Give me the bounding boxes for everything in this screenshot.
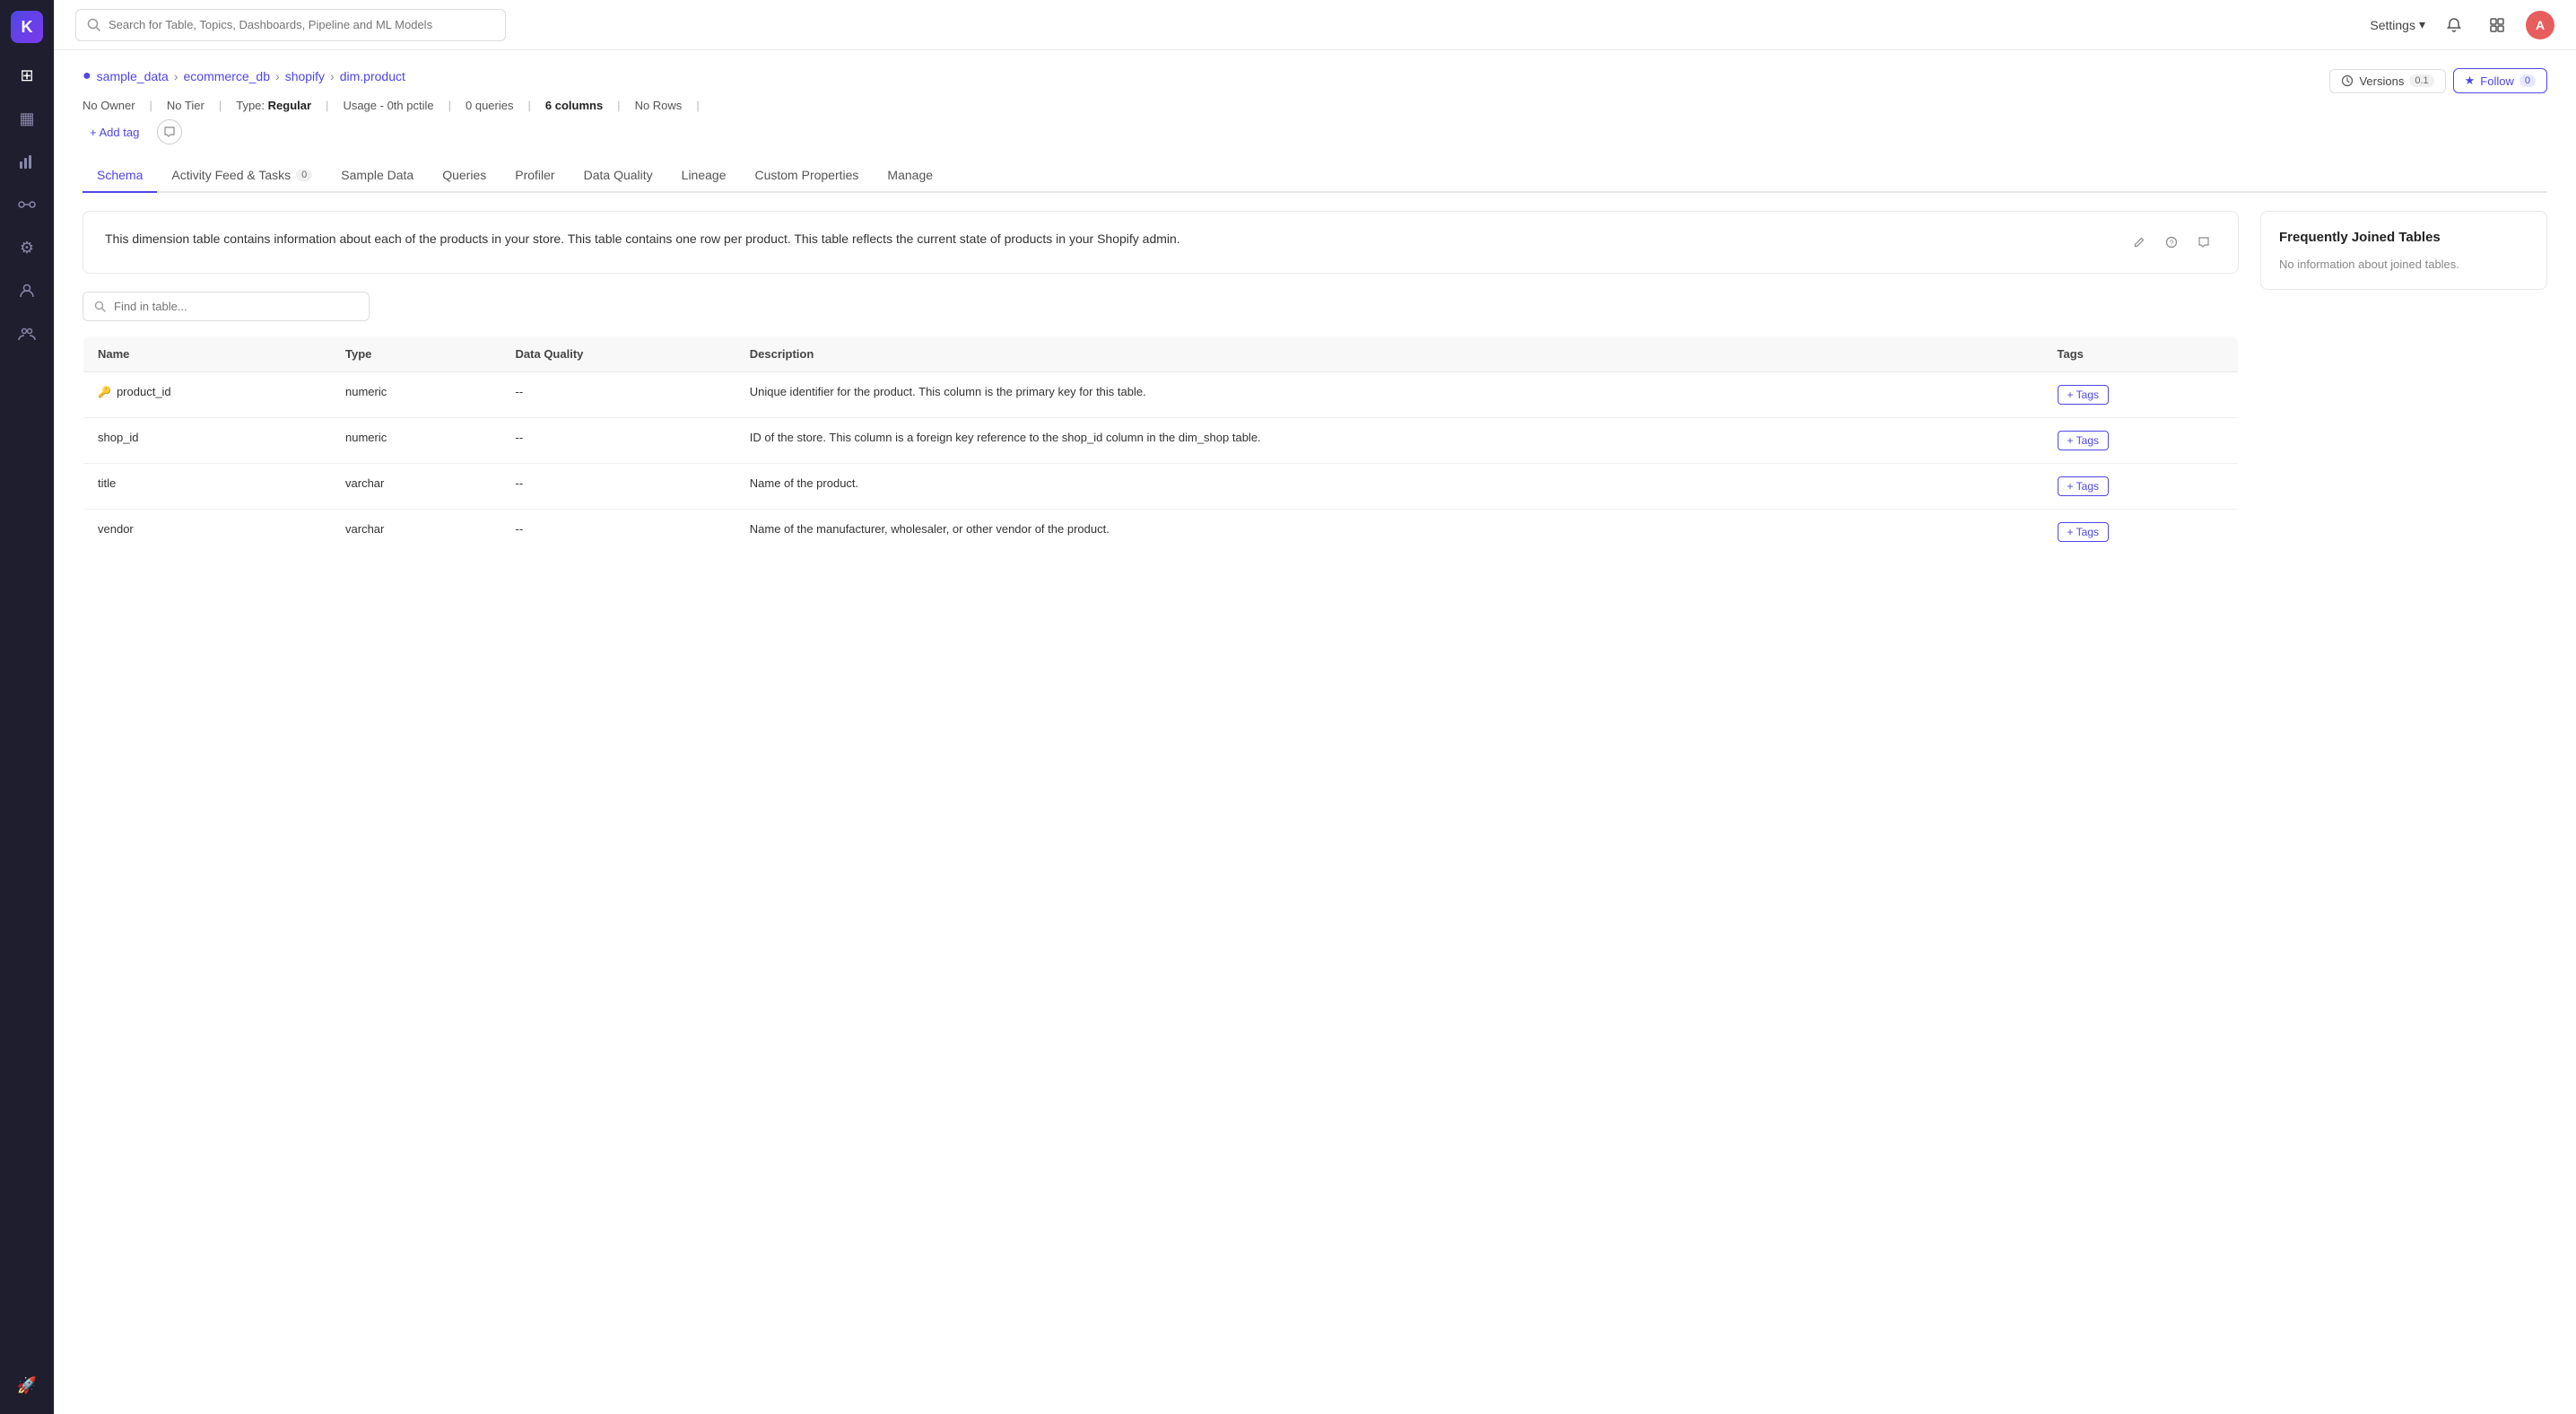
actions-row: + Add tag	[83, 119, 2547, 144]
user-avatar[interactable]: A	[2526, 11, 2554, 39]
table-row: vendor varchar -- Name of the manufactur…	[83, 510, 2239, 555]
sidebar-item-users[interactable]	[9, 273, 45, 309]
topbar: Settings ▾ A	[54, 0, 2576, 50]
grid-icon[interactable]	[2483, 11, 2511, 39]
tab-data-quality[interactable]: Data Quality	[570, 159, 667, 193]
schema-table: Name Type Data Quality Description Tags …	[83, 336, 2239, 555]
sidebar-item-rocket[interactable]: 🚀	[9, 1367, 45, 1403]
page-header: ● sample_data › ecommerce_db › shopify ›…	[83, 68, 2547, 95]
col-header-type: Type	[331, 336, 501, 372]
column-tags: + Tags	[2043, 418, 2239, 464]
desc-actions: ?	[2127, 230, 2216, 255]
tab-manage[interactable]: Manage	[873, 159, 947, 193]
joined-tables-empty: No information about joined tables.	[2279, 257, 2528, 271]
sidebar-item-pipeline[interactable]	[9, 187, 45, 223]
breadcrumb-current: dim.product	[340, 69, 405, 83]
breadcrumb-sample-data[interactable]: sample_data	[97, 69, 169, 83]
add-tag-column-button[interactable]: + Tags	[2058, 522, 2109, 542]
edit-description-icon[interactable]	[2127, 230, 2152, 255]
sidebar-item-charts[interactable]	[9, 144, 45, 179]
topbar-right: Settings ▾ A	[2370, 11, 2554, 39]
add-tag-column-button[interactable]: + Tags	[2058, 476, 2109, 496]
column-name: title	[98, 476, 317, 490]
schema-content: This dimension table contains informatio…	[83, 211, 2239, 555]
chat-description-icon[interactable]	[2191, 230, 2216, 255]
column-name: vendor	[98, 522, 317, 536]
table-search[interactable]	[83, 292, 370, 321]
search-input[interactable]	[109, 18, 494, 31]
column-description: Name of the manufacturer, wholesaler, or…	[735, 510, 2043, 555]
global-search[interactable]	[75, 9, 506, 41]
tab-schema[interactable]: Schema	[83, 159, 157, 193]
follow-button[interactable]: ★ Follow 0	[2453, 68, 2547, 93]
tab-sample-data[interactable]: Sample Data	[326, 159, 428, 193]
versions-button[interactable]: Versions 0.1	[2329, 69, 2445, 93]
breadcrumb-ecommerce-db[interactable]: ecommerce_db	[184, 69, 271, 83]
versions-icon	[2341, 74, 2354, 87]
breadcrumb: ● sample_data › ecommerce_db › shopify ›…	[83, 68, 405, 84]
joined-tables-card: Frequently Joined Tables No information …	[2260, 211, 2547, 290]
tab-custom-properties[interactable]: Custom Properties	[740, 159, 873, 193]
table-search-icon	[94, 301, 107, 313]
column-quality: --	[501, 372, 735, 418]
col-header-tags: Tags	[2043, 336, 2239, 372]
tab-profiler[interactable]: Profiler	[500, 159, 569, 193]
add-tag-column-button[interactable]: + Tags	[2058, 431, 2109, 450]
meta-row: No Owner | No Tier | Type: Regular | Usa…	[83, 99, 2547, 112]
chevron-down-icon: ▾	[2419, 17, 2425, 32]
column-tags: + Tags	[2043, 372, 2239, 418]
table-description: This dimension table contains informatio…	[105, 230, 2116, 249]
tab-queries[interactable]: Queries	[428, 159, 500, 193]
add-tag-button[interactable]: + Add tag	[83, 122, 146, 143]
column-quality: --	[501, 464, 735, 510]
tabs: Schema Activity Feed & Tasks 0 Sample Da…	[83, 159, 2547, 193]
search-icon	[87, 18, 101, 32]
add-tag-column-button[interactable]: + Tags	[2058, 385, 2109, 405]
chat-icon[interactable]	[157, 119, 182, 144]
sidebar-item-tables[interactable]: ▦	[9, 100, 45, 136]
svg-text:?: ?	[2170, 240, 2174, 248]
column-description: Name of the product.	[735, 464, 2043, 510]
column-type: varchar	[331, 464, 501, 510]
header-buttons: Versions 0.1 ★ Follow 0	[2329, 68, 2547, 93]
column-description: Unique identifier for the product. This …	[735, 372, 2043, 418]
column-type: numeric	[331, 418, 501, 464]
column-name: 🔑 product_id	[98, 385, 317, 398]
sidebar: K ⊞ ▦ ⚙ 🚀	[0, 0, 54, 1414]
tab-activity[interactable]: Activity Feed & Tasks 0	[157, 159, 326, 193]
sidebar-item-teams[interactable]	[9, 316, 45, 352]
column-type: numeric	[331, 372, 501, 418]
sidebar-item-home[interactable]: ⊞	[9, 57, 45, 93]
app-logo[interactable]: K	[11, 11, 43, 43]
question-icon[interactable]: ?	[2159, 230, 2184, 255]
col-header-quality: Data Quality	[501, 336, 735, 372]
joined-tables-title: Frequently Joined Tables	[2279, 230, 2528, 245]
column-description: ID of the store. This column is a foreig…	[735, 418, 2043, 464]
breadcrumb-shopify[interactable]: shopify	[285, 69, 325, 83]
settings-menu[interactable]: Settings ▾	[2370, 17, 2425, 32]
page-content: ● sample_data › ecommerce_db › shopify ›…	[54, 50, 2576, 1414]
col-header-description: Description	[735, 336, 2043, 372]
table-search-input[interactable]	[114, 300, 358, 313]
description-card: This dimension table contains informatio…	[83, 211, 2239, 274]
tab-lineage[interactable]: Lineage	[667, 159, 741, 193]
column-tags: + Tags	[2043, 510, 2239, 555]
column-name: shop_id	[98, 431, 317, 444]
column-quality: --	[501, 510, 735, 555]
notifications-icon[interactable]	[2440, 11, 2468, 39]
table-row: shop_id numeric -- ID of the store. This…	[83, 418, 2239, 464]
column-tags: + Tags	[2043, 464, 2239, 510]
column-quality: --	[501, 418, 735, 464]
db-icon: ●	[83, 68, 91, 84]
sidebar-item-settings-nav[interactable]: ⚙	[9, 230, 45, 266]
table-row: title varchar -- Name of the product. + …	[83, 464, 2239, 510]
table-row: 🔑 product_id numeric -- Unique identifie…	[83, 372, 2239, 418]
content-area: This dimension table contains informatio…	[83, 211, 2547, 555]
joined-tables-panel: Frequently Joined Tables No information …	[2260, 211, 2547, 555]
primary-key-icon: 🔑	[98, 386, 111, 398]
column-type: varchar	[331, 510, 501, 555]
col-header-name: Name	[83, 336, 332, 372]
